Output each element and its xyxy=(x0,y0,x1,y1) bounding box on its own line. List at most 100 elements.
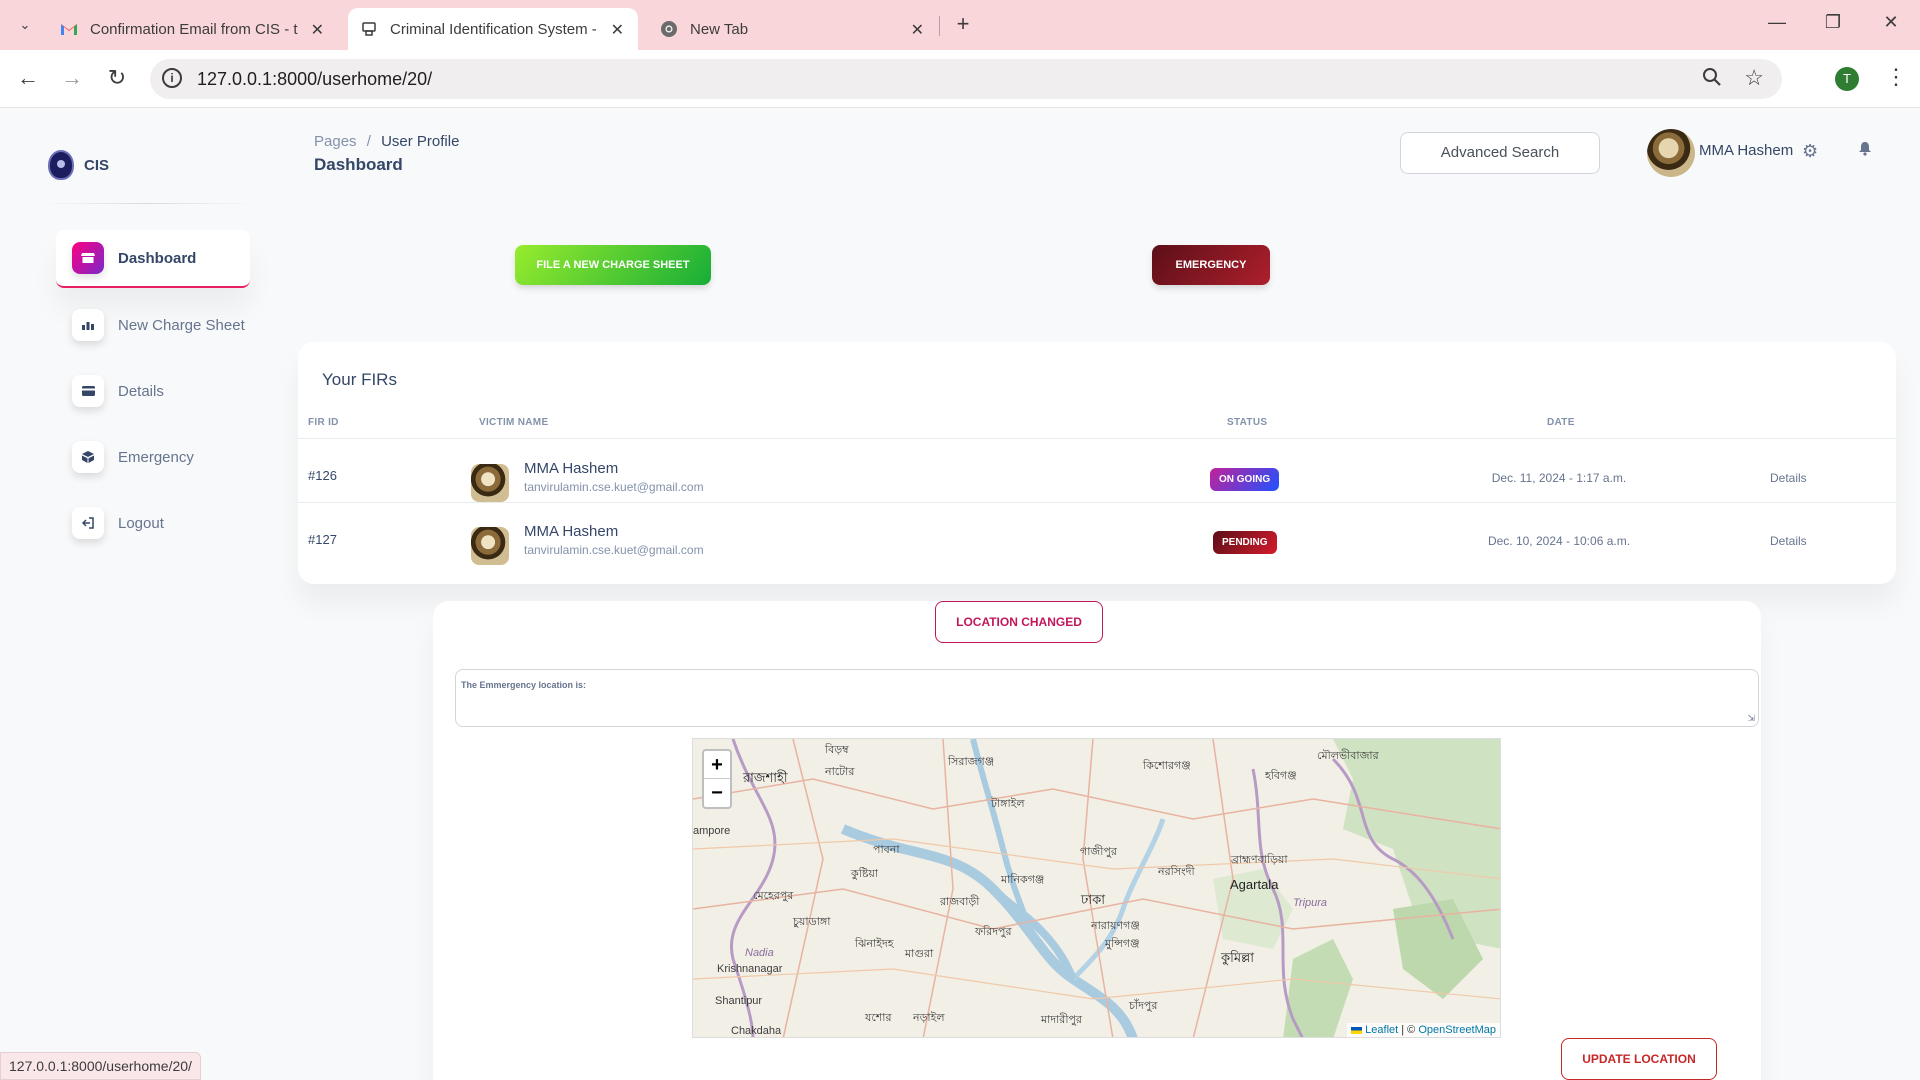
close-tab-icon[interactable]: ✕ xyxy=(911,20,924,40)
emergency-button[interactable]: EMERGENCY xyxy=(1152,245,1270,285)
row-divider xyxy=(298,438,1896,439)
browser-menu-icon[interactable]: ⋮ xyxy=(1885,64,1907,90)
chrome-icon xyxy=(660,20,678,38)
location-changed-button[interactable]: LOCATION CHANGED xyxy=(935,601,1103,643)
tab-separator xyxy=(939,16,940,36)
map-label: কুমিল্লা xyxy=(1221,950,1255,965)
ukraine-flag-icon xyxy=(1351,1026,1363,1034)
tab-gmail[interactable]: Confirmation Email from CIS - t ✕ xyxy=(48,8,338,50)
details-link[interactable]: Details xyxy=(1770,471,1807,485)
brand-name: CIS xyxy=(84,156,110,174)
map-label: পাবনা xyxy=(873,844,900,856)
sidebar-item-new-charge-sheet[interactable]: New Charge Sheet xyxy=(56,296,250,354)
victim-name: MMA Hashem xyxy=(524,460,619,477)
user-name[interactable]: MMA Hashem xyxy=(1699,142,1793,159)
resize-grip-icon[interactable]: ⇲ xyxy=(1747,713,1755,724)
sidebar-item-label: Emergency xyxy=(118,448,194,466)
browser-address-bar: ← → ↻ i 127.0.0.1:8000/userhome/20/ ☆ T … xyxy=(0,50,1920,108)
sidebar-item-dashboard[interactable]: Dashboard xyxy=(56,230,250,288)
openstreetmap-link[interactable]: OpenStreetMap xyxy=(1418,1024,1496,1036)
gmail-icon xyxy=(60,20,78,38)
sidebar: CIS Dashboard New Charge Sheet Details E… xyxy=(40,108,260,1080)
bell-icon[interactable] xyxy=(1858,141,1872,161)
breadcrumb: Pages / User Profile xyxy=(314,133,459,150)
back-arrow-icon[interactable]: ← xyxy=(13,64,43,94)
site-info-icon[interactable]: i xyxy=(162,68,182,88)
map-label: নরসিংদী xyxy=(1158,866,1195,878)
avatar xyxy=(471,464,509,502)
sidebar-item-label: Logout xyxy=(118,514,164,532)
sidebar-item-label: Dashboard xyxy=(118,249,197,267)
leaflet-map[interactable]: রাজশাহী নাটোর বিড়ম্ব সিরাজগঞ্জ কিশোরগঞ্… xyxy=(692,738,1501,1038)
map-label: হবিগঞ্জ xyxy=(1265,770,1297,782)
tab-search-chevron-icon[interactable]: ⌄ xyxy=(10,11,40,39)
police-badge-logo-icon xyxy=(48,150,74,180)
fir-id-cell: #127 xyxy=(308,532,337,547)
date-cell: Dec. 11, 2024 - 1:17 a.m. xyxy=(1491,471,1627,485)
gear-icon[interactable]: ⚙ xyxy=(1802,141,1818,162)
fir-table-card: Your FIRs FIR ID VICTIM NAME STATUS DATE… xyxy=(298,342,1896,584)
victim-email: tanvirulamin.cse.kuet@gmail.com xyxy=(524,480,704,494)
map-label: Agartala xyxy=(1230,877,1279,892)
breadcrumb-parent[interactable]: Pages xyxy=(314,133,357,150)
map-attribution: Leaflet | © OpenStreetMap xyxy=(1347,1023,1500,1037)
tab-cis[interactable]: Criminal Identification System - ✕ xyxy=(348,8,638,50)
map-label: নাটোর xyxy=(825,766,855,778)
map-label: যশোর xyxy=(865,1012,892,1024)
emergency-location-textarea[interactable]: The Emmergency location is: ⇲ xyxy=(455,669,1759,727)
column-header-fir-id: FIR ID xyxy=(308,417,339,428)
date-cell: Dec. 10, 2024 - 10:06 a.m. xyxy=(1487,534,1631,548)
close-tab-icon[interactable]: ✕ xyxy=(611,20,624,40)
update-location-button[interactable]: UPDATE LOCATION xyxy=(1561,1038,1717,1080)
map-label: ব্রাহ্মণবাড়িয়া xyxy=(1231,854,1288,866)
leaflet-link[interactable]: Leaflet xyxy=(1365,1024,1398,1036)
fir-card-title: Your FIRs xyxy=(322,370,397,389)
map-label: কিশোরগঞ্জ xyxy=(1143,760,1191,772)
file-charge-sheet-button[interactable]: FILE A NEW CHARGE SHEET xyxy=(515,245,711,285)
column-header-victim-name: VICTIM NAME xyxy=(479,417,549,428)
browser-tab-bar: ⌄ Confirmation Email from CIS - t ✕ Crim… xyxy=(0,0,1920,50)
zoom-magnifier-icon[interactable] xyxy=(1702,67,1722,92)
zoom-out-button[interactable]: − xyxy=(704,779,730,807)
avatar[interactable] xyxy=(1647,129,1695,177)
emergency-location-label: The Emmergency location is: xyxy=(461,680,587,690)
map-label: মাদারীপুর xyxy=(1041,1014,1082,1026)
close-tab-icon[interactable]: ✕ xyxy=(311,20,324,40)
new-tab-plus-icon[interactable]: + xyxy=(950,12,976,38)
browser-profile-avatar[interactable]: T xyxy=(1835,67,1859,91)
restore-icon[interactable]: ❐ xyxy=(1818,12,1848,33)
brand[interactable]: CIS xyxy=(48,150,109,180)
map-label: রাজশাহী xyxy=(743,770,788,785)
tab-new[interactable]: New Tab ✕ xyxy=(648,8,938,50)
breadcrumb-separator: / xyxy=(366,133,371,150)
details-link[interactable]: Details xyxy=(1770,534,1807,548)
map-label: কুষ্টিয়া xyxy=(851,868,879,880)
logout-icon xyxy=(72,507,104,539)
map-label: নারায়ণগঞ্জ xyxy=(1091,920,1140,932)
column-header-date: DATE xyxy=(1547,417,1575,428)
map-label: চাঁদপুর xyxy=(1129,1000,1158,1012)
map-label: সিরাজগঞ্জ xyxy=(948,756,995,768)
map-label: Shantipur xyxy=(715,995,763,1007)
sidebar-item-details[interactable]: Details xyxy=(56,362,250,420)
map-label: Krishnanagar xyxy=(717,963,783,975)
breadcrumb-current: User Profile xyxy=(381,133,460,150)
map-label: গাজীপুর xyxy=(1080,846,1117,858)
sidebar-item-emergency[interactable]: Emergency xyxy=(56,428,250,486)
advanced-search-button[interactable]: Advanced Search xyxy=(1400,132,1600,174)
close-window-icon[interactable]: ✕ xyxy=(1876,12,1906,33)
credit-card-icon xyxy=(72,375,104,407)
reload-icon[interactable]: ↻ xyxy=(102,64,132,94)
map-label: Nadia xyxy=(745,947,774,959)
bookmark-star-icon[interactable]: ☆ xyxy=(1744,65,1764,91)
forward-arrow-icon[interactable]: → xyxy=(57,64,87,94)
zoom-in-button[interactable]: + xyxy=(704,751,730,779)
minimize-icon[interactable]: — xyxy=(1762,12,1792,33)
map-label: মেহেরপুর xyxy=(753,890,794,902)
sidebar-item-label: Details xyxy=(118,382,164,400)
url-omnibox[interactable]: i 127.0.0.1:8000/userhome/20/ ☆ xyxy=(150,59,1782,99)
url-text[interactable]: 127.0.0.1:8000/userhome/20/ xyxy=(197,69,432,90)
status-bar-url: 127.0.0.1:8000/userhome/20/ xyxy=(0,1052,201,1080)
sidebar-item-logout[interactable]: Logout xyxy=(56,494,250,552)
shop-icon xyxy=(72,242,104,274)
